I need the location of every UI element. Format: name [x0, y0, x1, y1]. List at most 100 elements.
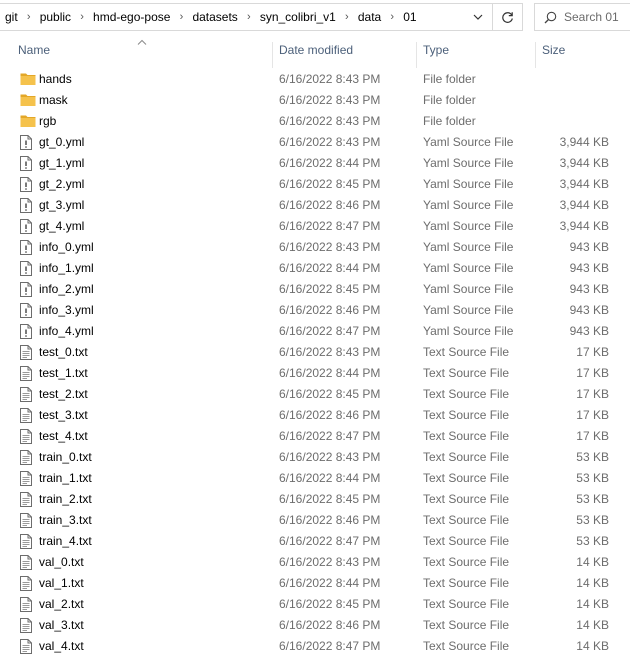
file-date-modified: 6/16/2022 8:46 PM: [279, 513, 381, 527]
file-row[interactable]: gt_0.yml 6/16/2022 8:43 PM Yaml Source F…: [0, 132, 630, 153]
file-size: 53 KB: [576, 471, 609, 485]
folder-icon: [20, 93, 36, 108]
file-row[interactable]: val_1.txt 6/16/2022 8:44 PM Text Source …: [0, 573, 630, 594]
file-size: 53 KB: [576, 450, 609, 464]
column-divider[interactable]: [416, 42, 417, 68]
file-type: Text Source File: [423, 471, 510, 485]
file-name: info_4.yml: [39, 324, 94, 338]
breadcrumb-data[interactable]: data: [356, 10, 383, 24]
file-row[interactable]: train_2.txt 6/16/2022 8:45 PM Text Sourc…: [0, 489, 630, 510]
text-file-icon: [20, 639, 34, 654]
breadcrumb-chevron-icon[interactable]: ›: [73, 11, 91, 23]
text-file-icon: [20, 555, 34, 570]
file-date-modified: 6/16/2022 8:45 PM: [279, 492, 381, 506]
text-file-icon: [20, 429, 34, 444]
column-header-date-modified[interactable]: Date modified: [279, 36, 416, 64]
breadcrumb-hmd-ego-pose[interactable]: hmd-ego-pose: [91, 10, 172, 24]
text-file-icon: [20, 513, 34, 528]
file-row[interactable]: val_3.txt 6/16/2022 8:46 PM Text Source …: [0, 615, 630, 636]
file-type: Yaml Source File: [423, 156, 514, 170]
file-row[interactable]: gt_1.yml 6/16/2022 8:44 PM Yaml Source F…: [0, 153, 630, 174]
file-row[interactable]: train_0.txt 6/16/2022 8:43 PM Text Sourc…: [0, 447, 630, 468]
file-row[interactable]: train_4.txt 6/16/2022 8:47 PM Text Sourc…: [0, 531, 630, 552]
file-row[interactable]: val_4.txt 6/16/2022 8:47 PM Text Source …: [0, 636, 630, 657]
refresh-button[interactable]: [493, 3, 523, 31]
file-row[interactable]: mask 6/16/2022 8:43 PM File folder: [0, 90, 630, 111]
column-header-type[interactable]: Type: [423, 36, 534, 64]
file-row[interactable]: test_2.txt 6/16/2022 8:45 PM Text Source…: [0, 384, 630, 405]
column-header-name[interactable]: Name: [18, 36, 272, 64]
file-date-modified: 6/16/2022 8:43 PM: [279, 345, 381, 359]
file-date-modified: 6/16/2022 8:47 PM: [279, 429, 381, 443]
address-history-button[interactable]: [464, 3, 492, 31]
file-type: Text Source File: [423, 618, 510, 632]
file-name: info_3.yml: [39, 303, 94, 317]
file-row[interactable]: hands 6/16/2022 8:43 PM File folder: [0, 69, 630, 90]
yaml-file-icon: [20, 282, 34, 297]
file-type: Yaml Source File: [423, 261, 514, 275]
file-size: 3,944 KB: [559, 135, 609, 149]
file-size: 3,944 KB: [559, 156, 609, 170]
file-row[interactable]: info_1.yml 6/16/2022 8:44 PM Yaml Source…: [0, 258, 630, 279]
file-name: test_4.txt: [39, 429, 88, 443]
file-size: 14 KB: [576, 618, 609, 632]
file-row[interactable]: test_3.txt 6/16/2022 8:46 PM Text Source…: [0, 405, 630, 426]
yaml-file-icon: [20, 135, 34, 150]
column-divider[interactable]: [272, 42, 273, 68]
search-icon: [544, 11, 557, 23]
breadcrumb-chevron-icon[interactable]: ›: [240, 11, 258, 23]
file-row[interactable]: info_2.yml 6/16/2022 8:45 PM Yaml Source…: [0, 279, 630, 300]
file-row[interactable]: info_0.yml 6/16/2022 8:43 PM Yaml Source…: [0, 237, 630, 258]
file-type: Yaml Source File: [423, 240, 514, 254]
file-size: 3,944 KB: [559, 177, 609, 191]
text-file-icon: [20, 471, 34, 486]
file-date-modified: 6/16/2022 8:43 PM: [279, 450, 381, 464]
file-size: 3,944 KB: [559, 219, 609, 233]
file-row[interactable]: val_0.txt 6/16/2022 8:43 PM Text Source …: [0, 552, 630, 573]
file-size: 943 KB: [569, 282, 609, 296]
breadcrumb-syn-colibri-v1[interactable]: syn_colibri_v1: [258, 10, 338, 24]
breadcrumb-chevron-icon[interactable]: ›: [172, 11, 190, 23]
file-row[interactable]: info_3.yml 6/16/2022 8:46 PM Yaml Source…: [0, 300, 630, 321]
file-row[interactable]: test_0.txt 6/16/2022 8:43 PM Text Source…: [0, 342, 630, 363]
file-row[interactable]: info_4.yml 6/16/2022 8:47 PM Yaml Source…: [0, 321, 630, 342]
search-input[interactable]: Search 01: [564, 10, 619, 24]
file-date-modified: 6/16/2022 8:43 PM: [279, 240, 381, 254]
breadcrumb-chevron-icon[interactable]: ›: [338, 11, 356, 23]
column-divider[interactable]: [535, 42, 536, 68]
file-size: 943 KB: [569, 324, 609, 338]
file-date-modified: 6/16/2022 8:43 PM: [279, 555, 381, 569]
file-row[interactable]: train_1.txt 6/16/2022 8:44 PM Text Sourc…: [0, 468, 630, 489]
breadcrumb-git[interactable]: git: [3, 10, 20, 24]
file-type: Text Source File: [423, 387, 510, 401]
file-name: test_2.txt: [39, 387, 88, 401]
breadcrumb-chevron-icon[interactable]: ›: [20, 11, 38, 23]
file-date-modified: 6/16/2022 8:47 PM: [279, 219, 381, 233]
file-size: 943 KB: [569, 240, 609, 254]
file-name: info_1.yml: [39, 261, 94, 275]
breadcrumb-public[interactable]: public: [38, 10, 73, 24]
file-size: 943 KB: [569, 303, 609, 317]
file-row[interactable]: test_4.txt 6/16/2022 8:47 PM Text Source…: [0, 426, 630, 447]
file-name: train_3.txt: [39, 513, 92, 527]
breadcrumb-datasets[interactable]: datasets: [190, 10, 239, 24]
file-row[interactable]: train_3.txt 6/16/2022 8:46 PM Text Sourc…: [0, 510, 630, 531]
column-header-size[interactable]: Size: [542, 36, 630, 64]
search-box[interactable]: Search 01: [534, 3, 630, 31]
file-name: test_1.txt: [39, 366, 88, 380]
file-date-modified: 6/16/2022 8:45 PM: [279, 282, 381, 296]
file-date-modified: 6/16/2022 8:46 PM: [279, 198, 381, 212]
file-row[interactable]: test_1.txt 6/16/2022 8:44 PM Text Source…: [0, 363, 630, 384]
file-row[interactable]: val_2.txt 6/16/2022 8:45 PM Text Source …: [0, 594, 630, 615]
file-row[interactable]: gt_3.yml 6/16/2022 8:46 PM Yaml Source F…: [0, 195, 630, 216]
file-row[interactable]: gt_4.yml 6/16/2022 8:47 PM Yaml Source F…: [0, 216, 630, 237]
file-row[interactable]: rgb 6/16/2022 8:43 PM File folder: [0, 111, 630, 132]
breadcrumb-chevron-icon[interactable]: ›: [383, 11, 401, 23]
column-header-row: Name Date modified Type Size: [0, 36, 630, 68]
address-bar[interactable]: git › public › hmd-ego-pose › datasets ›…: [0, 3, 493, 31]
file-name: val_4.txt: [39, 639, 84, 653]
file-date-modified: 6/16/2022 8:47 PM: [279, 534, 381, 548]
breadcrumb-01[interactable]: 01: [401, 10, 418, 24]
file-row[interactable]: gt_2.yml 6/16/2022 8:45 PM Yaml Source F…: [0, 174, 630, 195]
file-size: 17 KB: [576, 366, 609, 380]
